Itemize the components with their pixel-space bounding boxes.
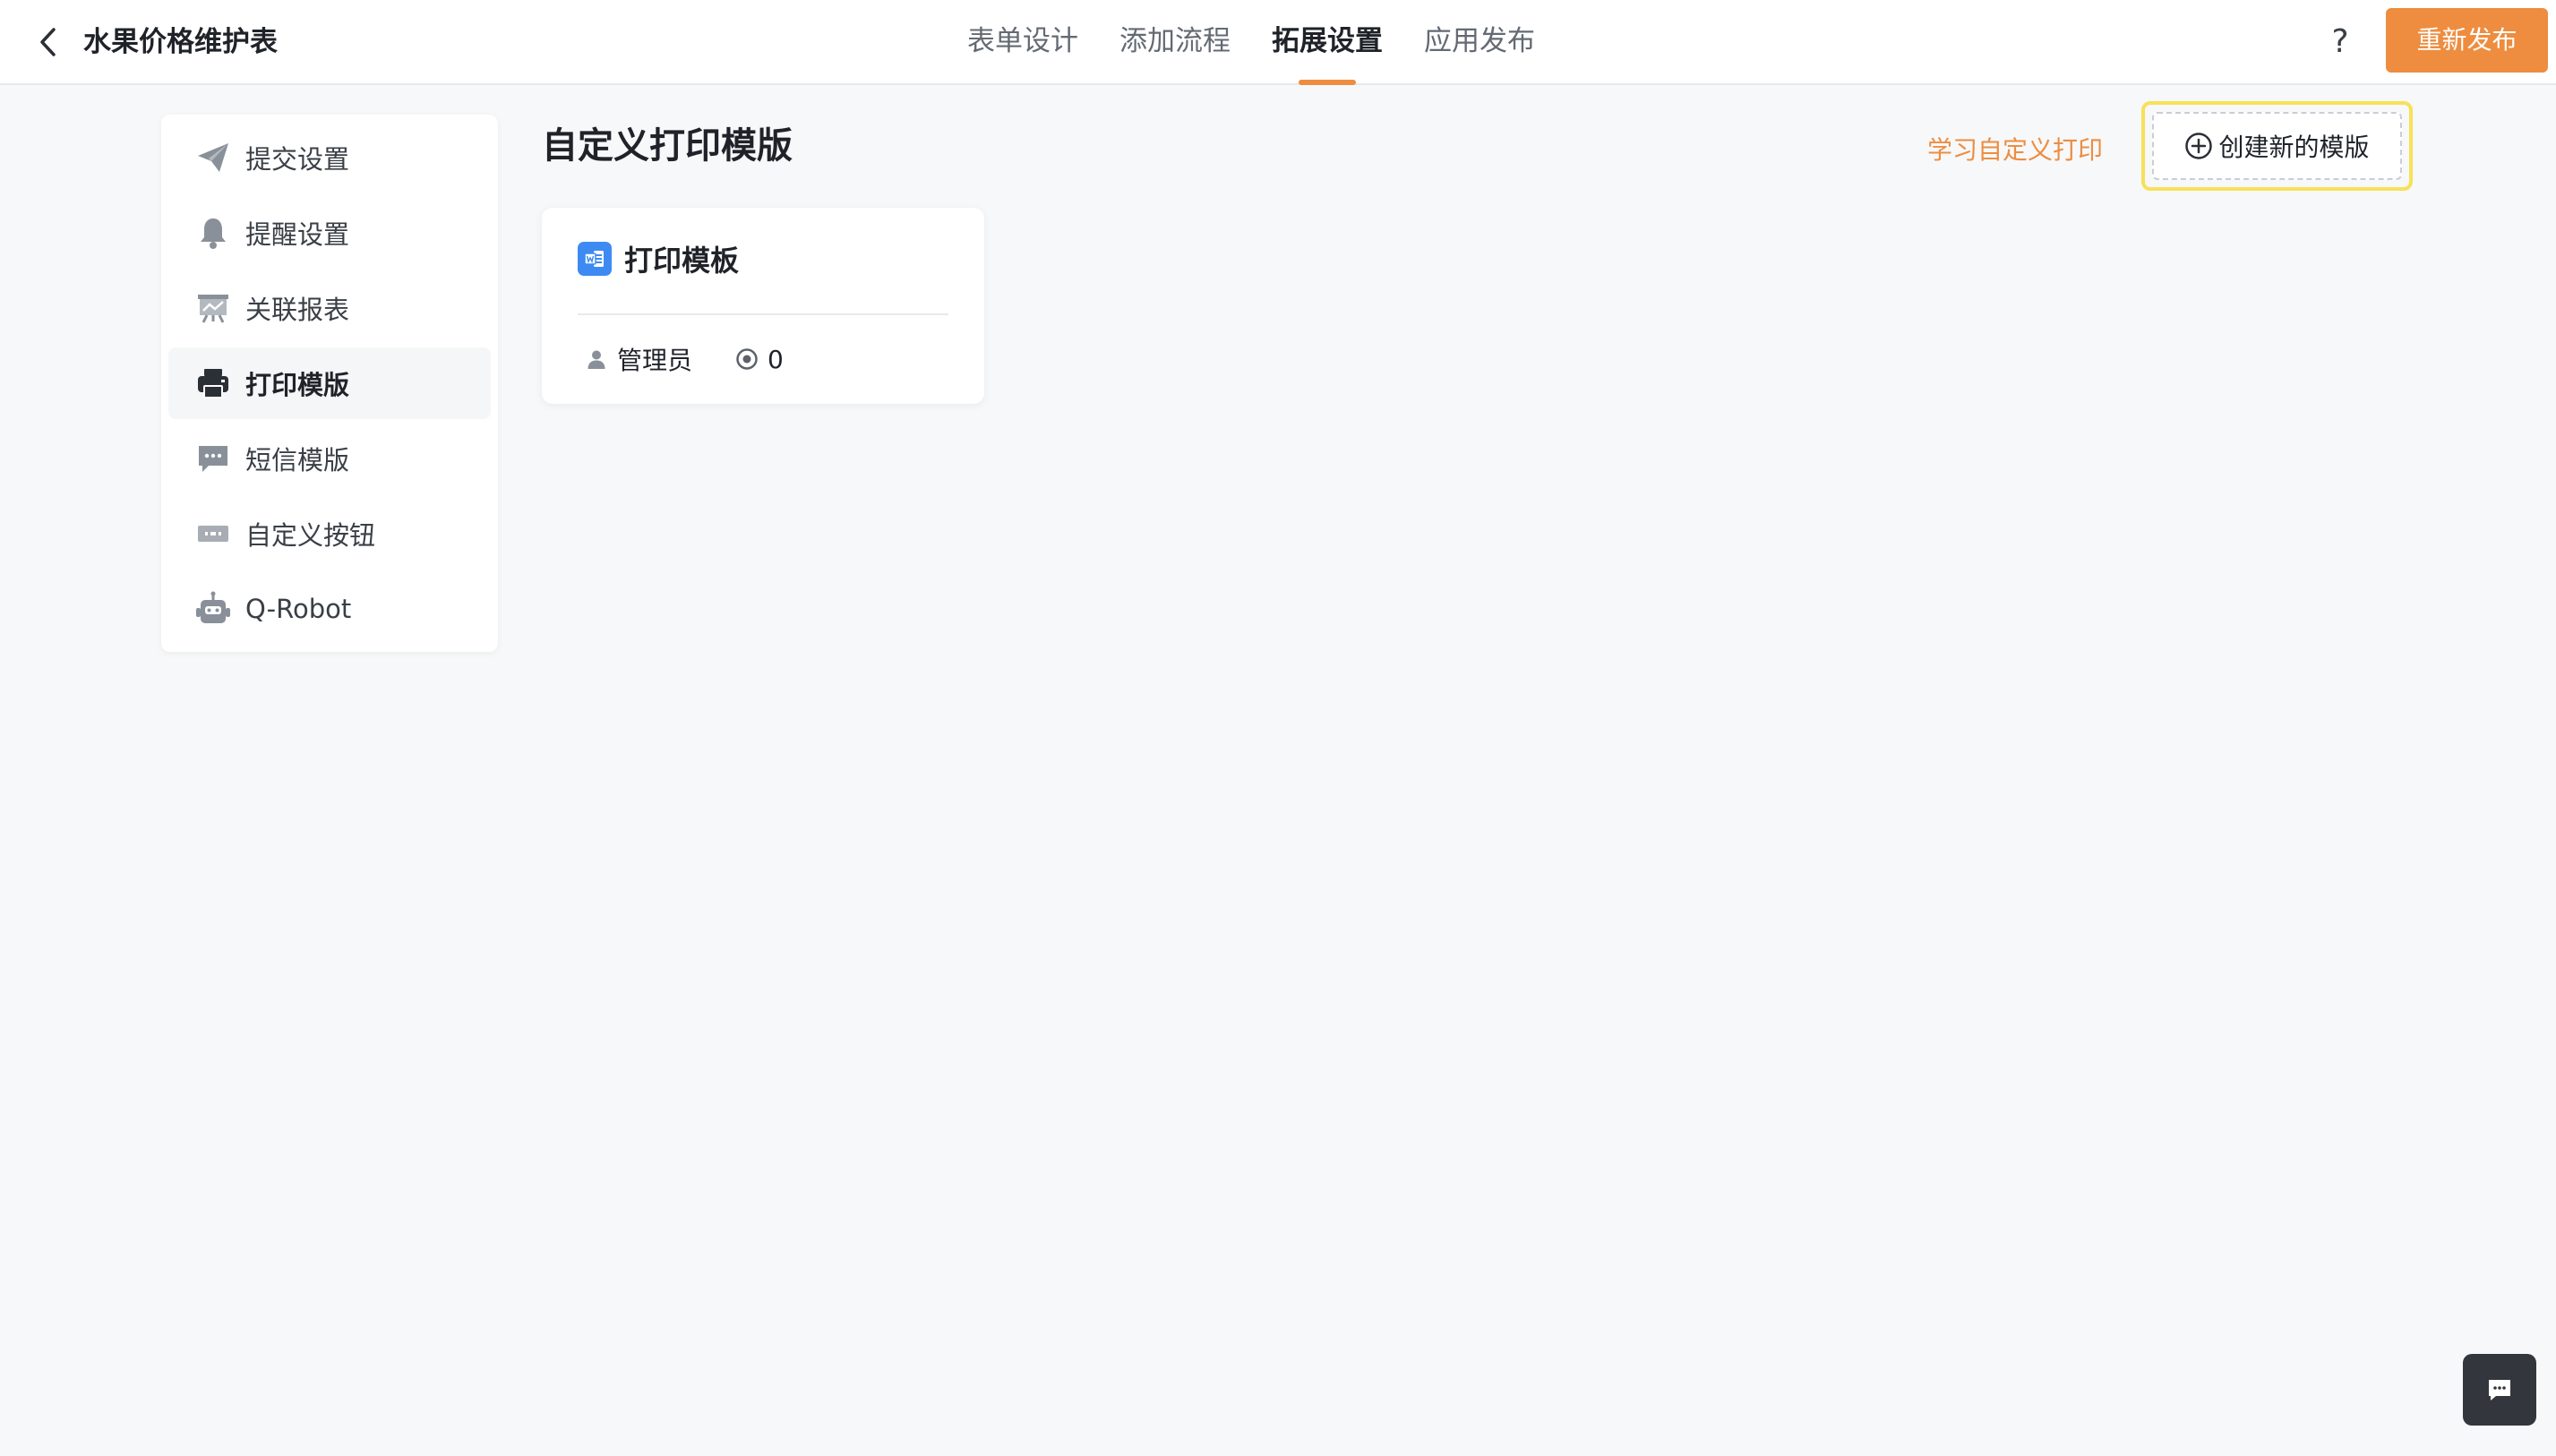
chat-support-button[interactable] (2463, 1354, 2536, 1426)
chat-icon (2489, 1380, 2510, 1400)
word-doc-icon (578, 242, 612, 276)
republish-button[interactable]: 重新发布 (2386, 8, 2548, 73)
tab-app-publish[interactable]: 应用发布 (1424, 0, 1535, 85)
card-divider (578, 313, 948, 315)
card-title: 打印模板 (624, 244, 740, 278)
card-usage-count: 0 (768, 344, 784, 374)
chevron-left-icon (40, 28, 56, 56)
sidebar-item-linked-reports[interactable]: 关联报表 (168, 272, 491, 344)
sms-bubble-icon (195, 441, 231, 476)
help-button[interactable]: ? (2316, 18, 2364, 66)
create-template-label: 创建新的模版 (2218, 133, 2370, 162)
robot-icon (195, 591, 231, 627)
sidebar-item-label: 打印模版 (245, 370, 350, 400)
card-meta: 管理员 0 (585, 337, 827, 381)
create-template-highlight: 创建新的模版 (2141, 101, 2413, 191)
create-template-button[interactable]: 创建新的模版 (2152, 112, 2402, 180)
settings-side-menu: 提交设置 提醒设置 关联报表 打印模版 短信模版 自定义按钮 Q-Robot (161, 115, 498, 652)
top-bar: 水果价格维护表 表单设计 添加流程 拓展设置 应用发布 ? 重新发布 (0, 0, 2556, 85)
report-board-icon (195, 290, 231, 326)
sidebar-item-label: 短信模版 (245, 445, 350, 475)
page-title: 自定义打印模版 (542, 125, 793, 167)
tab-add-workflow[interactable]: 添加流程 (1119, 0, 1231, 85)
sidebar-item-sms-templates[interactable]: 短信模版 (168, 423, 491, 494)
card-owner: 管理员 (617, 346, 693, 375)
print-template-card[interactable]: 打印模板 管理员 0 (542, 208, 984, 404)
sidebar-item-label: 自定义按钮 (245, 520, 376, 551)
target-circle-icon (735, 347, 759, 371)
sidebar-item-print-templates[interactable]: 打印模版 (168, 347, 491, 419)
user-icon (585, 347, 608, 371)
tab-extension-settings[interactable]: 拓展设置 (1272, 0, 1383, 85)
learn-custom-print-link[interactable]: 学习自定义打印 (1927, 129, 2103, 172)
bell-icon (195, 215, 231, 251)
plus-circle-icon (2184, 132, 2213, 160)
printer-icon (195, 365, 231, 401)
sidebar-item-custom-buttons[interactable]: 自定义按钮 (168, 498, 491, 570)
sidebar-item-label: 关联报表 (245, 295, 350, 325)
btn-icon (195, 516, 231, 552)
sidebar-item-label: 提醒设置 (245, 219, 350, 250)
sidebar-item-label: Q-Robot (245, 594, 352, 624)
sidebar-item-submit-settings[interactable]: 提交设置 (168, 122, 491, 193)
card-header: 打印模板 (578, 236, 739, 281)
main-nav-tabs: 表单设计 添加流程 拓展设置 应用发布 (967, 0, 1576, 85)
sidebar-item-label: 提交设置 (245, 144, 350, 175)
back-button[interactable] (27, 20, 68, 64)
sidebar-item-reminder-settings[interactable]: 提醒设置 (168, 197, 491, 269)
app-title: 水果价格维护表 (83, 26, 278, 58)
paper-plane-icon (195, 140, 231, 176)
sidebar-item-q-robot[interactable]: Q-Robot (168, 573, 491, 645)
tab-form-design[interactable]: 表单设计 (967, 0, 1078, 85)
